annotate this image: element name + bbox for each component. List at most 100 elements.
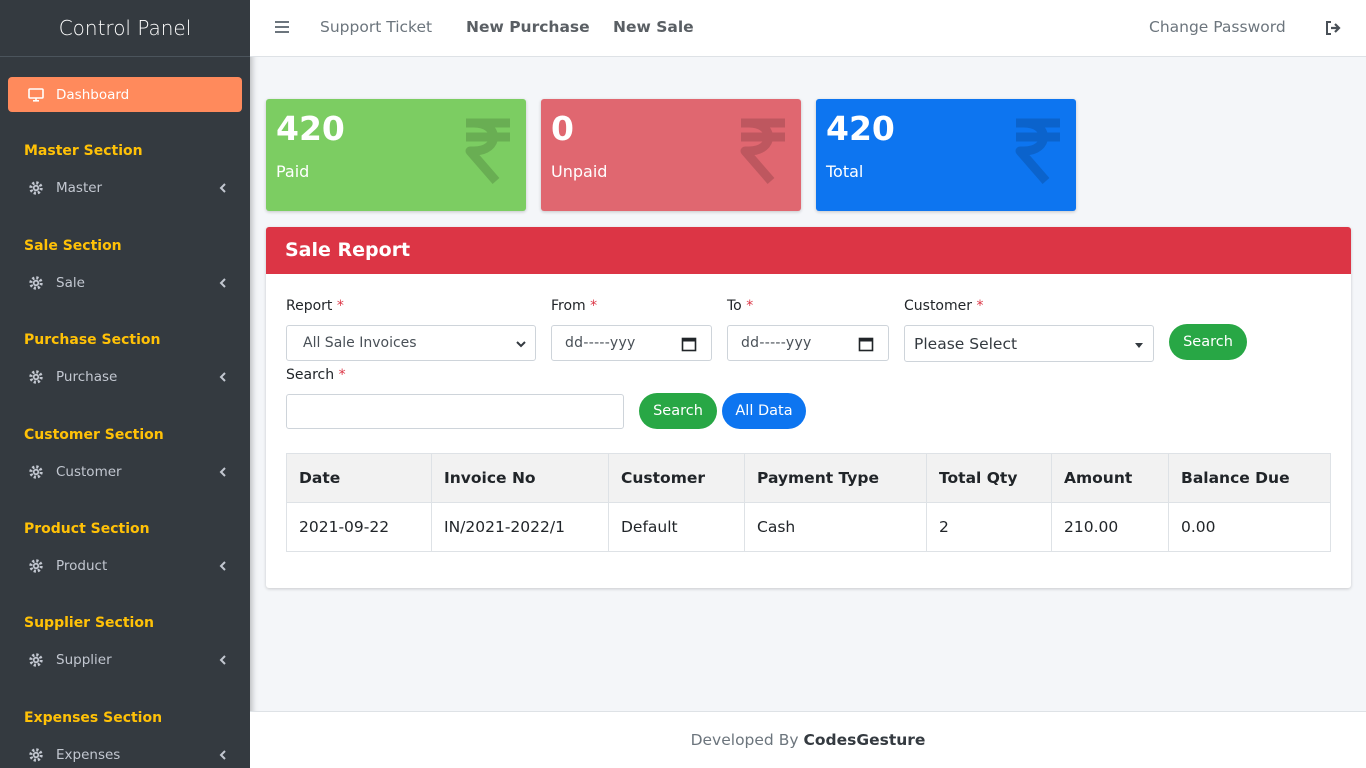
search-text-button[interactable]: Search: [639, 393, 717, 429]
column-header-invoice-no: Invoice No: [431, 453, 609, 503]
cell-invoice-no: IN/2021-2022/1: [431, 502, 609, 552]
sidebar-item-dashboard[interactable]: Dashboard: [8, 77, 242, 112]
chevron-down-icon: [516, 341, 526, 348]
sidebar-item-supplier[interactable]: Supplier: [28, 652, 228, 668]
stat-label: Total: [826, 162, 864, 181]
required-mark: *: [338, 367, 346, 383]
sidebar-item-label: Supplier: [56, 652, 112, 668]
footer: Developed By CodesGesture: [250, 711, 1366, 768]
cell-customer: Default: [608, 502, 745, 552]
required-mark: *: [746, 298, 754, 314]
all-data-button[interactable]: All Data: [722, 393, 806, 429]
label-text: Report: [286, 298, 333, 314]
sale-report-table: Date Invoice No Customer Payment Type To…: [286, 453, 1331, 552]
to-date-input[interactable]: dd-----yyy: [727, 325, 889, 361]
gear-icon: [29, 181, 43, 195]
to-date-value: dd-----yyy: [741, 335, 812, 351]
cell-payment-type: Cash: [744, 502, 927, 552]
sidebar-item-purchase[interactable]: Purchase: [28, 369, 228, 385]
customer-select[interactable]: Please Select: [904, 325, 1154, 362]
sale-report-card: Sale Report Report * All Sale Invoices F…: [266, 227, 1351, 588]
brand-title[interactable]: Control Panel: [0, 0, 250, 57]
desktop-icon: [28, 87, 44, 102]
stat-box-unpaid: 0 Unpaid: [541, 99, 801, 211]
sidebar-item-sale[interactable]: Sale: [28, 275, 228, 291]
chevron-left-icon: [219, 467, 226, 477]
from-date-value: dd-----yyy: [565, 335, 636, 351]
report-select[interactable]: All Sale Invoices: [286, 325, 536, 361]
search-label: Search *: [286, 367, 346, 383]
report-label: Report *: [286, 298, 344, 314]
stat-label: Unpaid: [551, 162, 608, 181]
customer-select-value: Please Select: [914, 334, 1018, 353]
sidebar-item-label: Customer: [56, 464, 122, 480]
footer-prefix: Developed By: [690, 731, 799, 749]
table-row: 2021-09-22 IN/2021-2022/1 Default Cash 2…: [286, 502, 1331, 552]
column-header-payment-type: Payment Type: [744, 453, 927, 503]
column-header-customer: Customer: [608, 453, 745, 503]
caret-down-icon: [1135, 343, 1143, 348]
report-select-value: All Sale Invoices: [303, 335, 417, 351]
gear-icon: [29, 465, 43, 479]
nav-link-new-purchase[interactable]: New Purchase: [466, 18, 590, 36]
from-date-input[interactable]: dd-----yyy: [551, 325, 712, 361]
nav-link-support-ticket[interactable]: Support Ticket: [320, 18, 432, 36]
column-header-balance-due: Balance Due: [1168, 453, 1331, 503]
gear-icon: [29, 276, 43, 290]
rupee-icon: [740, 118, 785, 184]
nav-link-change-password[interactable]: Change Password: [1149, 18, 1286, 36]
customer-label: Customer *: [904, 298, 983, 314]
required-mark: *: [336, 298, 344, 314]
table-header-row: Date Invoice No Customer Payment Type To…: [286, 453, 1331, 503]
section-title-supplier: Supplier Section: [24, 615, 154, 631]
chevron-left-icon: [219, 655, 226, 665]
chevron-left-icon: [219, 372, 226, 382]
stat-value: 420: [826, 109, 895, 148]
section-title-product: Product Section: [24, 521, 150, 537]
calendar-icon[interactable]: [681, 336, 697, 352]
section-title-sale: Sale Section: [24, 238, 122, 254]
sign-out-icon[interactable]: [1324, 19, 1342, 37]
sidebar-item-label: Purchase: [56, 369, 118, 385]
gear-icon: [29, 559, 43, 573]
sidebar-item-label: Master: [56, 180, 103, 196]
sidebar-item-expenses[interactable]: Expenses: [28, 747, 228, 763]
section-title-master: Master Section: [24, 143, 143, 159]
required-mark: *: [590, 298, 598, 314]
stat-box-paid: 420 Paid: [266, 99, 526, 211]
column-header-amount: Amount: [1051, 453, 1169, 503]
gear-icon: [29, 653, 43, 667]
sidebar-item-label: Dashboard: [56, 86, 130, 103]
sidebar-item-product[interactable]: Product: [28, 558, 228, 574]
search-input[interactable]: [286, 394, 624, 429]
sidebar-item-label: Expenses: [56, 747, 121, 763]
sidebar-item-customer[interactable]: Customer: [28, 464, 228, 480]
hamburger-menu-icon[interactable]: [274, 19, 290, 35]
stat-value: 420: [276, 109, 345, 148]
chevron-left-icon: [219, 183, 226, 193]
chevron-left-icon: [219, 278, 226, 288]
chevron-left-icon: [219, 561, 226, 571]
calendar-icon[interactable]: [858, 336, 874, 352]
footer-brand-link[interactable]: CodesGesture: [804, 731, 926, 749]
gear-icon: [29, 370, 43, 384]
search-button[interactable]: Search: [1169, 324, 1247, 360]
card-title: Sale Report: [266, 227, 1351, 274]
cell-balance-due: 0.00: [1168, 502, 1331, 552]
section-title-customer: Customer Section: [24, 427, 164, 443]
stat-box-total: 420 Total: [816, 99, 1076, 211]
rupee-icon: [1015, 118, 1060, 184]
top-navbar: Support Ticket New Purchase New Sale Cha…: [250, 0, 1366, 57]
label-text: From: [551, 298, 586, 314]
stat-value: 0: [551, 109, 574, 148]
column-header-date: Date: [286, 453, 432, 503]
sidebar-item-label: Sale: [56, 275, 85, 291]
cell-total-qty: 2: [926, 502, 1052, 552]
rupee-icon: [465, 118, 510, 184]
section-title-purchase: Purchase Section: [24, 332, 161, 348]
label-text: To: [727, 298, 742, 314]
sidebar-item-master[interactable]: Master: [28, 180, 228, 196]
nav-link-new-sale[interactable]: New Sale: [613, 18, 694, 36]
column-header-total-qty: Total Qty: [926, 453, 1052, 503]
cell-amount: 210.00: [1051, 502, 1169, 552]
